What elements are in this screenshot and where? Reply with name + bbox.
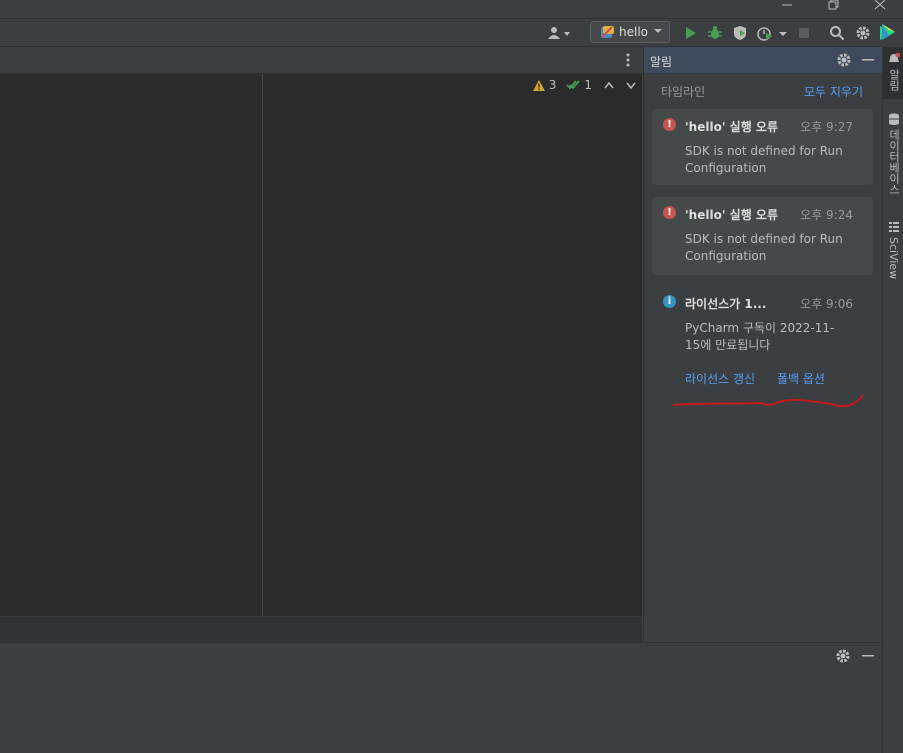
chevron-down-icon	[653, 26, 663, 36]
run-configuration-select[interactable]: hello	[590, 21, 670, 43]
editor-header: 3 1	[0, 74, 642, 98]
notifications-panel: 알림 타임라인 모두 지우기 ! 'hello' 실행 오류 오후 9:27 S…	[643, 47, 883, 641]
next-highlight-button[interactable]	[626, 81, 636, 89]
close-window-button[interactable]	[865, 0, 895, 18]
stripe-tab-label: 데이터베이스	[887, 129, 901, 195]
inspection-widget[interactable]: 3 1	[532, 74, 642, 98]
info-icon: i	[663, 295, 676, 308]
notification-card[interactable]: ! 'hello' 실행 오류 오후 9:27 SDK is not defin…	[652, 109, 873, 185]
editor-breadcrumbs-bar	[0, 616, 642, 642]
main-toolbar: hello	[0, 19, 882, 47]
right-margin-guide	[262, 74, 263, 616]
code-editor[interactable]	[0, 96, 642, 616]
notification-card[interactable]: i 라이선스가 1... 오후 9:06 PyCharm 구독이 2022-11…	[652, 286, 873, 386]
settings-gear-icon[interactable]	[836, 52, 852, 68]
debug-button[interactable]	[705, 23, 725, 43]
notification-time: 오후 9:24	[800, 208, 853, 222]
run-configuration-label: hello	[619, 25, 648, 39]
bell-icon	[888, 53, 900, 65]
tab-database[interactable]: 데이터베이스	[883, 113, 903, 195]
notification-body: SDK is not defined for Run Configuration	[685, 232, 843, 263]
user-account-icon[interactable]	[546, 23, 572, 43]
notification-body: SDK is not defined for Run Configuration	[685, 144, 843, 175]
notification-time: 오후 9:06	[800, 297, 853, 311]
notification-body: PyCharm 구독이 2022-11-15에 만료됩니다	[685, 321, 835, 352]
jetbrains-logo-icon[interactable]	[880, 23, 896, 41]
bottom-tool-window-content	[0, 669, 882, 753]
clear-all-link[interactable]: 모두 지우기	[804, 83, 863, 100]
notification-time: 오후 9:27	[800, 120, 853, 134]
fallback-options-link[interactable]: 폴백 옵션	[777, 370, 825, 387]
tab-timeline[interactable]: 타임라인	[661, 83, 705, 100]
previous-highlight-button[interactable]	[604, 81, 614, 89]
renew-license-link[interactable]: 라이선스 갱신	[685, 370, 755, 387]
python-file-icon	[600, 25, 614, 39]
stop-button[interactable]	[794, 23, 814, 43]
profile-run-button[interactable]	[756, 23, 790, 43]
settings-gear-icon[interactable]	[853, 23, 873, 43]
stripe-tab-label: SciView	[887, 237, 900, 280]
warning-icon	[532, 79, 545, 91]
settings-gear-icon[interactable]	[835, 648, 851, 664]
database-icon	[888, 113, 900, 125]
notification-title: 라이선스가 1...	[685, 297, 767, 311]
right-tool-stripe: 알림 데이터베이스 SciView	[882, 47, 903, 753]
red-annotation-stroke	[672, 394, 864, 408]
tab-notifications-active[interactable]: 알림	[883, 47, 903, 99]
check-count: 1	[584, 78, 592, 92]
editor-tabs-bar	[0, 47, 642, 74]
notification-title: 'hello' 실행 오류	[685, 208, 779, 222]
run-button[interactable]	[680, 23, 700, 43]
stripe-tab-label: 알림	[887, 69, 901, 91]
run-with-coverage-button[interactable]	[730, 23, 750, 43]
search-icon[interactable]	[827, 23, 847, 43]
error-icon: !	[663, 118, 676, 131]
hide-panel-icon[interactable]	[862, 59, 874, 61]
notification-card[interactable]: ! 'hello' 실행 오류 오후 9:24 SDK is not defin…	[652, 197, 873, 275]
notifications-title: 알림	[650, 55, 673, 69]
sciview-icon	[888, 221, 900, 233]
notifications-header: 알림	[644, 47, 883, 73]
more-options-icon[interactable]	[624, 53, 632, 67]
restore-window-button[interactable]	[818, 0, 848, 18]
window-title-bar	[0, 0, 903, 19]
tab-sciview[interactable]: SciView	[883, 221, 903, 279]
notification-title: 'hello' 실행 오류	[685, 120, 779, 134]
error-icon: !	[663, 206, 676, 219]
bottom-tool-window-header	[0, 642, 882, 670]
warning-count: 3	[548, 78, 557, 92]
hide-panel-icon[interactable]	[862, 655, 874, 657]
double-check-icon	[566, 79, 581, 91]
minimize-window-button[interactable]	[772, 0, 802, 18]
